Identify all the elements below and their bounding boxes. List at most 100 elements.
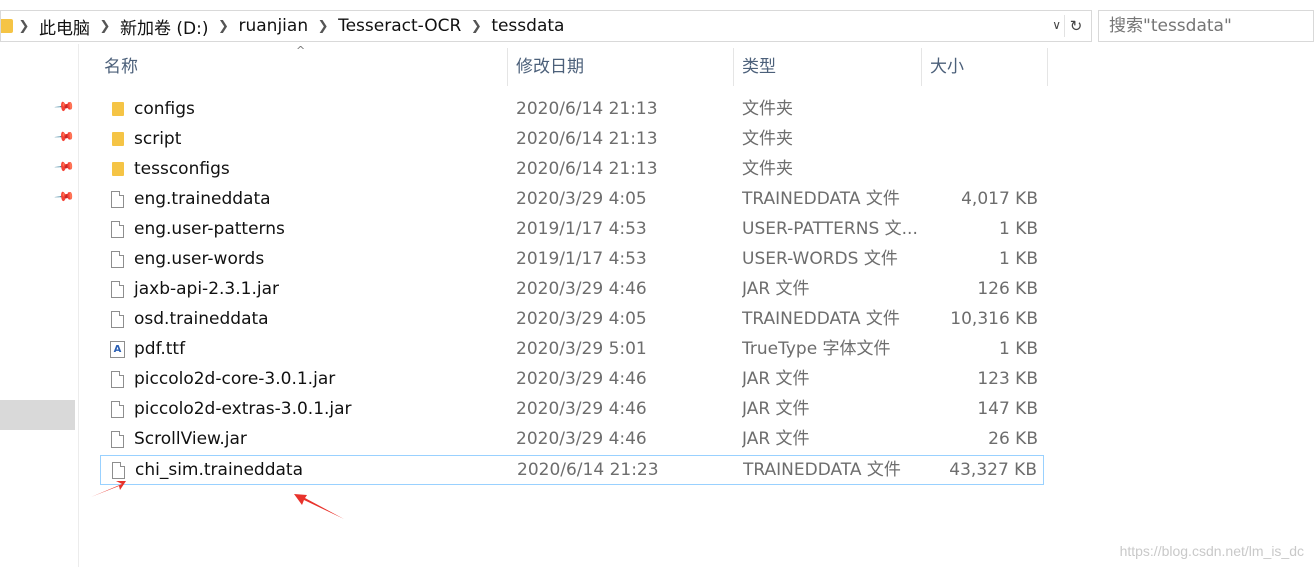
file-type: TRAINEDDATA 文件 (742, 189, 900, 209)
file-size: 4,017 KB (961, 189, 1038, 209)
folder-icon (1, 19, 13, 33)
file-row[interactable]: tessconfigs 2020/6/14 21:13 文件夹 (100, 155, 1044, 185)
file-date: 2020/6/14 21:13 (516, 159, 658, 179)
file-row[interactable]: eng.user-patterns 2019/1/17 4:53 USER-PATT… (100, 215, 1044, 245)
file-date: 2020/3/29 4:46 (516, 279, 647, 299)
file-size: 1 KB (998, 339, 1038, 359)
chevron-right-icon[interactable]: ❯ (465, 19, 487, 34)
file-icon (111, 431, 124, 448)
file-size: 10,316 KB (950, 309, 1038, 329)
column-header-date[interactable]: 修改日期 (508, 46, 732, 88)
address-bar[interactable]: ❯ 此电脑 ❯ 新加卷 (D:) ❯ ruanjian ❯ Tesseract-… (0, 10, 1092, 42)
file-date: 2020/6/14 21:23 (517, 460, 659, 480)
file-name: chi_sim.traineddata (135, 460, 303, 480)
file-date: 2020/3/29 5:01 (516, 339, 647, 359)
font-file-icon: A (110, 341, 125, 358)
file-type: JAR 文件 (742, 399, 810, 419)
file-icon (111, 401, 124, 418)
file-size: 43,327 KB (949, 460, 1037, 480)
search-input[interactable] (1098, 10, 1314, 42)
chevron-right-icon[interactable]: ❯ (213, 19, 235, 34)
file-size: 126 KB (977, 279, 1038, 299)
file-name: script (134, 129, 182, 149)
file-type: JAR 文件 (742, 279, 810, 299)
file-icon (112, 462, 125, 479)
file-icon (111, 191, 124, 208)
file-row[interactable]: jaxb-api-2.3.1.jar 2020/3/29 4:46 JAR 文件 12… (100, 275, 1044, 305)
file-row[interactable]: piccolo2d-core-3.0.1.jar 2020/3/29 4:46 JA… (100, 365, 1044, 395)
file-name: tessconfigs (134, 159, 230, 179)
breadcrumb-this-pc[interactable]: 此电脑 (35, 14, 94, 39)
file-date: 2020/3/29 4:46 (516, 399, 647, 419)
file-type: JAR 文件 (742, 369, 810, 389)
file-name: configs (134, 99, 195, 119)
breadcrumb-drive[interactable]: 新加卷 (D:) (116, 14, 213, 39)
file-type: 文件夹 (742, 129, 793, 149)
file-row[interactable]: Apdf.ttf 2020/3/29 5:01 TrueType 字体文件 1 KB (100, 335, 1044, 365)
file-name: eng.traineddata (134, 189, 271, 209)
file-size: 1 KB (998, 219, 1038, 239)
folder-icon (112, 102, 124, 116)
refresh-icon[interactable]: ↻ (1064, 15, 1087, 37)
nav-selected-item[interactable] (0, 400, 75, 430)
file-size: 26 KB (988, 429, 1038, 449)
file-date: 2020/3/29 4:46 (516, 429, 647, 449)
folder-icon (112, 132, 124, 146)
file-date: 2019/1/17 4:53 (516, 219, 647, 239)
annotation-arrow-right (294, 494, 344, 519)
file-date: 2019/1/17 4:53 (516, 249, 647, 269)
chevron-right-icon[interactable]: ❯ (13, 19, 35, 34)
breadcrumb-tessdata[interactable]: tessdata (487, 16, 568, 36)
file-date: 2020/6/14 21:13 (516, 129, 658, 149)
column-divider[interactable] (1047, 48, 1048, 86)
file-icon (111, 221, 124, 238)
file-row[interactable]: eng.traineddata 2020/3/29 4:05 TRAINEDDATA… (100, 185, 1044, 215)
file-size: 123 KB (977, 369, 1038, 389)
pin-icon[interactable]: 📌 (53, 186, 75, 208)
file-row[interactable]: piccolo2d-extras-3.0.1.jar 2020/3/29 4:46… (100, 395, 1044, 425)
file-type: USER-PATTERNS 文... (742, 219, 918, 239)
file-row[interactable]: eng.user-words 2019/1/17 4:53 USER-WORDS 文… (100, 245, 1044, 275)
file-name: osd.traineddata (134, 309, 269, 329)
file-icon (111, 371, 124, 388)
watermark: https://blog.csdn.net/lm_is_dc (1119, 543, 1304, 559)
column-header-name[interactable]: 名称 (96, 46, 506, 88)
file-list: configs 2020/6/14 21:13 文件夹 script 2020/6/14… (100, 95, 1044, 485)
pin-icon[interactable]: 📌 (53, 126, 75, 148)
file-name: jaxb-api-2.3.1.jar (134, 279, 279, 299)
file-icon (111, 251, 124, 268)
file-date: 2020/3/29 4:46 (516, 369, 647, 389)
file-name: ScrollView.jar (134, 429, 247, 449)
column-header-type[interactable]: 类型 (734, 46, 920, 88)
file-type: TRAINEDDATA 文件 (743, 460, 901, 480)
folder-icon (112, 162, 124, 176)
file-date: 2020/6/14 21:13 (516, 99, 658, 119)
file-type: TrueType 字体文件 (742, 339, 891, 359)
breadcrumb-tesseract[interactable]: Tesseract-OCR (334, 16, 465, 36)
file-row[interactable]: configs 2020/6/14 21:13 文件夹 (100, 95, 1044, 125)
annotation-arrow-left (91, 481, 126, 497)
column-header-size[interactable]: 大小 (922, 46, 1046, 88)
file-date: 2020/3/29 4:05 (516, 309, 647, 329)
file-name: eng.user-patterns (134, 219, 285, 239)
chevron-right-icon[interactable]: ❯ (312, 19, 334, 34)
file-row[interactable]: ScrollView.jar 2020/3/29 4:46 JAR 文件 26 KB (100, 425, 1044, 455)
file-size: 1 KB (998, 249, 1038, 269)
navigation-pane[interactable]: 📌 📌 📌 📌 (0, 44, 79, 567)
file-row[interactable]: chi_sim.traineddata 2020/6/14 21:23 TRAINE… (100, 455, 1044, 485)
chevron-right-icon[interactable]: ❯ (94, 19, 116, 34)
file-icon (111, 281, 124, 298)
breadcrumb-ruanjian[interactable]: ruanjian (235, 16, 313, 36)
file-size: 147 KB (977, 399, 1038, 419)
file-type: TRAINEDDATA 文件 (742, 309, 900, 329)
file-name: eng.user-words (134, 249, 265, 269)
chevron-down-icon[interactable]: ∨ (1052, 18, 1061, 32)
file-name: pdf.ttf (134, 339, 186, 359)
file-type: JAR 文件 (742, 429, 810, 449)
pin-icon[interactable]: 📌 (53, 96, 75, 118)
file-type: USER-WORDS 文件 (742, 249, 898, 269)
file-row[interactable]: script 2020/6/14 21:13 文件夹 (100, 125, 1044, 155)
file-type: 文件夹 (742, 99, 793, 119)
file-row[interactable]: osd.traineddata 2020/3/29 4:05 TRAINEDDATA… (100, 305, 1044, 335)
pin-icon[interactable]: 📌 (53, 156, 75, 178)
